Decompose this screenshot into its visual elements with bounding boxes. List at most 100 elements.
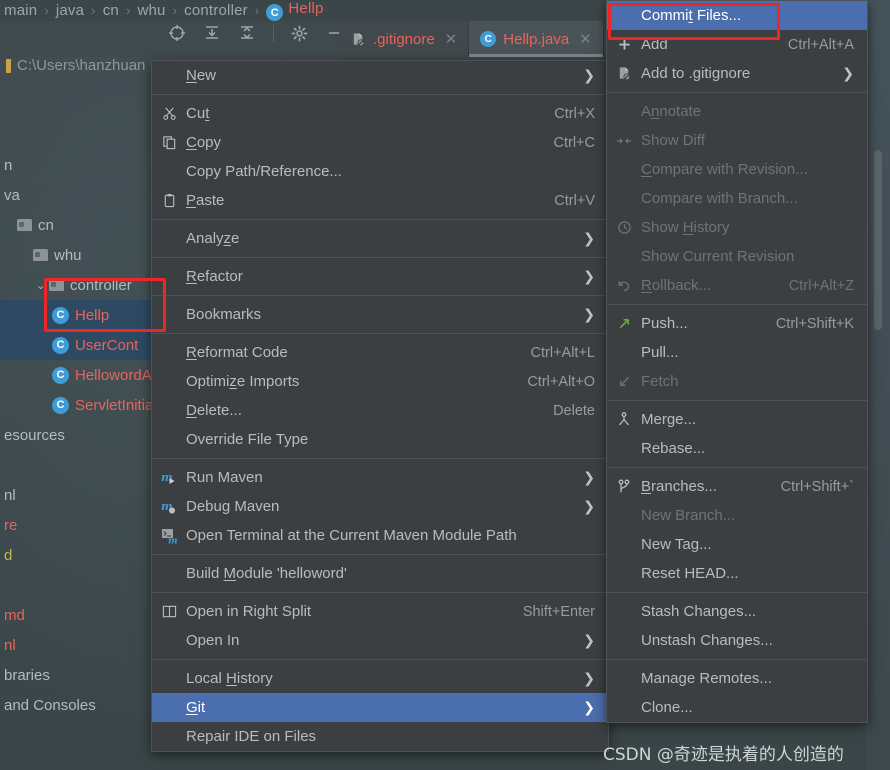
breadcrumb-item[interactable]: whu (135, 2, 167, 19)
menu-item[interactable]: Rollback... Ctrl+Alt+Z (607, 271, 867, 300)
git-submenu[interactable]: Commit Files... Add Ctrl+Alt+A Add to .giti… (606, 0, 868, 723)
tree-item-label: nl (4, 486, 16, 504)
menu-item-icon-slot: m (152, 528, 186, 544)
tree-item[interactable]: and Consoles (0, 690, 158, 720)
menu-item[interactable]: Cut Ctrl+X (152, 99, 608, 128)
menu-item[interactable]: Add Ctrl+Alt+A (607, 30, 867, 59)
menu-item[interactable]: Refactor ❯ (152, 262, 608, 291)
tree-item[interactable] (0, 570, 158, 600)
breadcrumb-item[interactable]: java (54, 2, 86, 19)
java-class-icon: C (480, 31, 497, 47)
breadcrumb-file[interactable]: C Hellp (264, 0, 325, 22)
collapse-all-icon[interactable] (238, 24, 256, 42)
folder-icon (17, 219, 32, 231)
menu-item[interactable]: Delete... Delete (152, 396, 608, 425)
menu-item[interactable]: Local History ❯ (152, 664, 608, 693)
editor-tab[interactable]: C Hellp.java ✕ (469, 21, 604, 57)
tree-item[interactable]: va (0, 180, 158, 210)
tree-item[interactable]: braries (0, 660, 158, 690)
menu-item[interactable]: Bookmarks ❯ (152, 300, 608, 329)
tree-item[interactable]: cn (0, 210, 158, 240)
menu-item[interactable]: Compare with Revision... (607, 155, 867, 184)
menu-item[interactable]: Copy Ctrl+C (152, 128, 608, 157)
menu-item-icon-slot (607, 37, 641, 52)
expand-all-icon[interactable] (203, 24, 221, 42)
menu-item[interactable]: Reformat Code Ctrl+Alt+L (152, 338, 608, 367)
menu-item[interactable]: Merge... (607, 405, 867, 434)
menu-item[interactable]: Annotate (607, 97, 867, 126)
menu-item[interactable]: New ❯ (152, 61, 608, 90)
menu-item[interactable]: Unstash Changes... (607, 626, 867, 655)
menu-item[interactable]: Analyze ❯ (152, 224, 608, 253)
breadcrumb-item[interactable]: cn (101, 2, 121, 19)
close-icon[interactable]: ✕ (445, 30, 458, 48)
file-context-menu[interactable]: New ❯ Cut Ctrl+X Copy Ctrl+C Copy Path/Referen… (151, 60, 609, 752)
tree-item[interactable]: C Hellp (0, 300, 158, 330)
chevron-right-icon: ❯ (583, 498, 595, 514)
menu-item[interactable]: Branches... Ctrl+Shift+` (607, 472, 867, 501)
menu-item[interactable]: Build Module 'helloword' (152, 559, 608, 588)
tree-item[interactable]: re (0, 510, 158, 540)
menu-item[interactable]: Fetch (607, 367, 867, 396)
menu-item[interactable]: Compare with Branch... (607, 184, 867, 213)
tree-item[interactable]: C HellowordA (0, 360, 158, 390)
menu-item[interactable]: Open in Right Split Shift+Enter (152, 597, 608, 626)
menu-item[interactable]: m Open Terminal at the Current Maven Modu… (152, 521, 608, 550)
editor-scrollbar[interactable] (874, 150, 882, 330)
menu-item[interactable]: Clone... (607, 693, 867, 722)
breadcrumb-item[interactable]: controller (182, 2, 250, 19)
menu-item[interactable]: Override File Type (152, 425, 608, 454)
tree-item[interactable]: d (0, 540, 158, 570)
settings-gear-icon[interactable] (291, 25, 308, 42)
menu-item[interactable]: Paste Ctrl+V (152, 186, 608, 215)
menu-item[interactable]: m Debug Maven ❯ (152, 492, 608, 521)
menu-item[interactable]: New Tag... (607, 530, 867, 559)
close-icon[interactable]: ✕ (579, 30, 592, 48)
tree-item[interactable]: nl (0, 630, 158, 660)
menu-item[interactable]: Manage Remotes... (607, 664, 867, 693)
tree-item[interactable]: ⌄ controller (0, 270, 158, 300)
tree-item[interactable]: C ServletInitial (0, 390, 158, 420)
menu-item[interactable]: m Run Maven ❯ (152, 463, 608, 492)
menu-separator (152, 333, 608, 334)
menu-separator (607, 592, 867, 593)
tree-item[interactable]: C UserCont (0, 330, 158, 360)
menu-item[interactable]: Open In ❯ (152, 626, 608, 655)
editor-tab[interactable]: .gitignore ✕ (340, 21, 470, 57)
tree-item[interactable]: md (0, 600, 158, 630)
menu-item[interactable]: Rebase... (607, 434, 867, 463)
menu-item[interactable]: Show Current Revision (607, 242, 867, 271)
menu-item[interactable]: Optimize Imports Ctrl+Alt+O (152, 367, 608, 396)
menu-item-icon-slot: m (152, 470, 186, 486)
tree-item-label: n (4, 156, 13, 174)
menu-item[interactable]: Pull... (607, 338, 867, 367)
locate-target-icon[interactable] (168, 24, 186, 42)
tree-item[interactable]: esources (0, 420, 158, 450)
tree-item-label: controller (70, 276, 132, 294)
menu-item[interactable]: Git ❯ (152, 693, 608, 722)
menu-item[interactable]: Repair IDE on Files (152, 722, 608, 751)
tree-item[interactable]: nl (0, 480, 158, 510)
tree-item[interactable]: whu (0, 240, 158, 270)
menu-item[interactable]: Add to .gitignore ❯ (607, 59, 867, 88)
menu-item[interactable]: Commit Files... (607, 1, 867, 30)
menu-item[interactable]: Reset HEAD... (607, 559, 867, 588)
project-tree[interactable]: n va cn whu ⌄ controller C Hellp C UserCont C Hello… (0, 150, 158, 720)
menu-item-label: Pull... (641, 344, 679, 361)
menu-item[interactable]: Show History (607, 213, 867, 242)
menu-item[interactable]: Show Diff (607, 126, 867, 155)
chevron-down-icon[interactable]: ⌄ (36, 279, 49, 292)
java-class-icon: C (266, 4, 284, 22)
menu-item-icon-slot (607, 479, 641, 495)
menu-item[interactable]: Push... Ctrl+Shift+K (607, 309, 867, 338)
menu-separator (607, 400, 867, 401)
menu-item-shortcut: Ctrl+Alt+L (530, 344, 595, 361)
tree-item-label: UserCont (75, 336, 139, 354)
menu-item[interactable]: Stash Changes... (607, 597, 867, 626)
tree-item-label: md (4, 606, 25, 624)
tree-item[interactable]: n (0, 150, 158, 180)
breadcrumb-item[interactable]: main (2, 2, 39, 19)
menu-item[interactable]: New Branch... (607, 501, 867, 530)
tree-item[interactable] (0, 450, 158, 480)
menu-item[interactable]: Copy Path/Reference... (152, 157, 608, 186)
